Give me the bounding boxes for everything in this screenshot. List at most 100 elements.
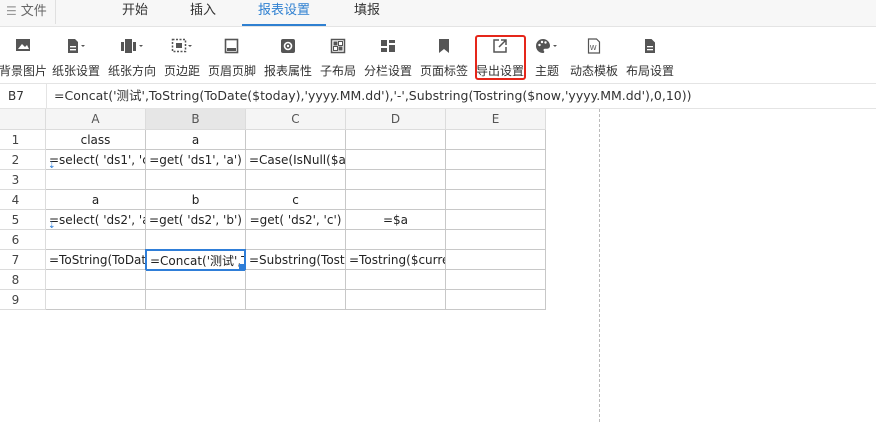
cell-b7-selected[interactable]: =Concat('测试',T bbox=[145, 249, 246, 271]
cell-a3[interactable] bbox=[46, 170, 146, 190]
cell-a6[interactable] bbox=[46, 230, 146, 250]
background-image-button[interactable]: 背景图片 bbox=[0, 35, 49, 81]
page-margin-button[interactable]: 页边距 bbox=[162, 35, 202, 81]
hamburger-icon: ☰ bbox=[6, 4, 17, 18]
tool-label: 页面标签 bbox=[419, 64, 468, 78]
file-menu[interactable]: ☰ 文件 bbox=[6, 0, 56, 24]
cell-b3[interactable] bbox=[146, 170, 246, 190]
cell-e5[interactable] bbox=[446, 210, 546, 230]
row-header-7[interactable]: 7 bbox=[0, 250, 46, 270]
page-tag-button[interactable]: 页面标签 bbox=[418, 35, 470, 81]
tool-label: 主题 bbox=[534, 64, 559, 78]
cell-b9[interactable] bbox=[146, 290, 246, 310]
paper-orientation-button[interactable]: 纸张方向 bbox=[106, 35, 158, 81]
column-header-b[interactable]: B bbox=[146, 109, 246, 130]
cell-b1[interactable]: a bbox=[146, 130, 246, 150]
margin-icon bbox=[162, 38, 202, 56]
header-footer-button[interactable]: 页眉页脚 bbox=[206, 35, 258, 81]
expand-down-icon: ⇣ bbox=[48, 161, 56, 170]
cell-c2[interactable]: =Case(IsNull($a) bbox=[246, 150, 346, 170]
cell-e8[interactable] bbox=[446, 270, 546, 290]
report-properties-button[interactable]: 报表属性 bbox=[262, 35, 314, 81]
cell-e9[interactable] bbox=[446, 290, 546, 310]
cell-a2[interactable]: =select( 'ds1', 'cl ⇣ bbox=[46, 150, 146, 170]
tab-start[interactable]: 开始 bbox=[108, 0, 162, 26]
cell-b2[interactable]: =get( 'ds1', 'a') bbox=[146, 150, 246, 170]
tab-fill[interactable]: 填报 bbox=[340, 0, 394, 26]
cell-d6[interactable] bbox=[346, 230, 446, 250]
cell-c8[interactable] bbox=[246, 270, 346, 290]
cell-b6[interactable] bbox=[146, 230, 246, 250]
cell-b8[interactable] bbox=[146, 270, 246, 290]
row-header-8[interactable]: 8 bbox=[0, 270, 46, 290]
cell-d3[interactable] bbox=[346, 170, 446, 190]
tool-label: 分栏设置 bbox=[363, 64, 412, 78]
cell-c6[interactable] bbox=[246, 230, 346, 250]
row-header-9[interactable]: 9 bbox=[0, 290, 46, 310]
tab-insert[interactable]: 插入 bbox=[176, 0, 230, 26]
cell-a9[interactable] bbox=[46, 290, 146, 310]
cell-d1[interactable] bbox=[346, 130, 446, 150]
cell-e2[interactable] bbox=[446, 150, 546, 170]
tool-label: 页眉页脚 bbox=[207, 64, 256, 78]
cell-d4[interactable] bbox=[346, 190, 446, 210]
select-all-corner[interactable] bbox=[0, 109, 46, 130]
page-boundary-line bbox=[599, 109, 600, 422]
fill-handle[interactable] bbox=[239, 264, 244, 269]
tool-label: 纸张设置 bbox=[51, 64, 100, 78]
column-header-c[interactable]: C bbox=[246, 109, 346, 130]
dynamic-template-button[interactable]: W 动态模板 bbox=[568, 35, 620, 81]
palette-icon bbox=[530, 38, 564, 56]
cell-c3[interactable] bbox=[246, 170, 346, 190]
cell-b5[interactable]: =get( 'ds2', 'b') bbox=[146, 210, 246, 230]
menu-bar: ☰ 文件 开始 插入 报表设置 填报 bbox=[0, 0, 876, 27]
cell-e4[interactable] bbox=[446, 190, 546, 210]
cell-c4[interactable]: c bbox=[246, 190, 346, 210]
cell-a5[interactable]: =select( 'ds2', 'a') ⇣ bbox=[46, 210, 146, 230]
cell-e3[interactable] bbox=[446, 170, 546, 190]
cell-e6[interactable] bbox=[446, 230, 546, 250]
cell-c7[interactable]: =Substring(Tostri bbox=[246, 250, 346, 270]
sub-layout-button[interactable]: 子布局 bbox=[318, 35, 358, 81]
cell-a1[interactable]: class bbox=[46, 130, 146, 150]
tool-label: 报表属性 bbox=[263, 64, 312, 78]
row-header-6[interactable]: 6 bbox=[0, 230, 46, 250]
cell-d7[interactable]: =Tostring($curre bbox=[346, 250, 446, 270]
sub-layout-icon bbox=[318, 38, 358, 56]
column-header-d[interactable]: D bbox=[346, 109, 446, 130]
row-header-5[interactable]: 5 bbox=[0, 210, 46, 230]
cell-a7[interactable]: =ToString(ToDat bbox=[46, 250, 146, 270]
column-header-e[interactable]: E bbox=[446, 109, 546, 130]
tab-label: 填报 bbox=[353, 3, 380, 18]
theme-button[interactable]: 主题 bbox=[530, 35, 564, 81]
file-menu-label: 文件 bbox=[20, 4, 47, 19]
cell-c1[interactable] bbox=[246, 130, 346, 150]
column-settings-button[interactable]: 分栏设置 bbox=[362, 35, 414, 81]
cell-d2[interactable] bbox=[346, 150, 446, 170]
cell-a4[interactable]: a bbox=[46, 190, 146, 210]
cell-e7[interactable] bbox=[446, 250, 546, 270]
cell-c5[interactable]: =get( 'ds2', 'c') bbox=[246, 210, 346, 230]
cell-b4[interactable]: b bbox=[146, 190, 246, 210]
cell-c9[interactable] bbox=[246, 290, 346, 310]
tool-label: 布局设置 bbox=[625, 64, 674, 78]
tool-label: 子布局 bbox=[319, 64, 356, 78]
cell-e1[interactable] bbox=[446, 130, 546, 150]
cell-d5[interactable]: =$a bbox=[346, 210, 446, 230]
row-header-3[interactable]: 3 bbox=[0, 170, 46, 190]
paper-icon bbox=[50, 38, 102, 56]
word-template-icon: W bbox=[568, 38, 620, 56]
row-header-2[interactable]: 2 bbox=[0, 150, 46, 170]
columns-icon bbox=[362, 38, 414, 56]
tab-report-settings[interactable]: 报表设置 bbox=[242, 0, 326, 26]
row-header-1[interactable]: 1 bbox=[0, 130, 46, 150]
cell-reference[interactable]: B7 bbox=[0, 84, 47, 108]
formula-input[interactable]: =Concat('测试',ToString(ToDate($today),'yy… bbox=[54, 84, 692, 108]
row-header-4[interactable]: 4 bbox=[0, 190, 46, 210]
paper-settings-button[interactable]: 纸张设置 bbox=[50, 35, 102, 81]
layout-settings-button[interactable]: 布局设置 bbox=[624, 35, 676, 81]
cell-d8[interactable] bbox=[346, 270, 446, 290]
cell-d9[interactable] bbox=[346, 290, 446, 310]
cell-a8[interactable] bbox=[46, 270, 146, 290]
column-header-a[interactable]: A bbox=[46, 109, 146, 130]
